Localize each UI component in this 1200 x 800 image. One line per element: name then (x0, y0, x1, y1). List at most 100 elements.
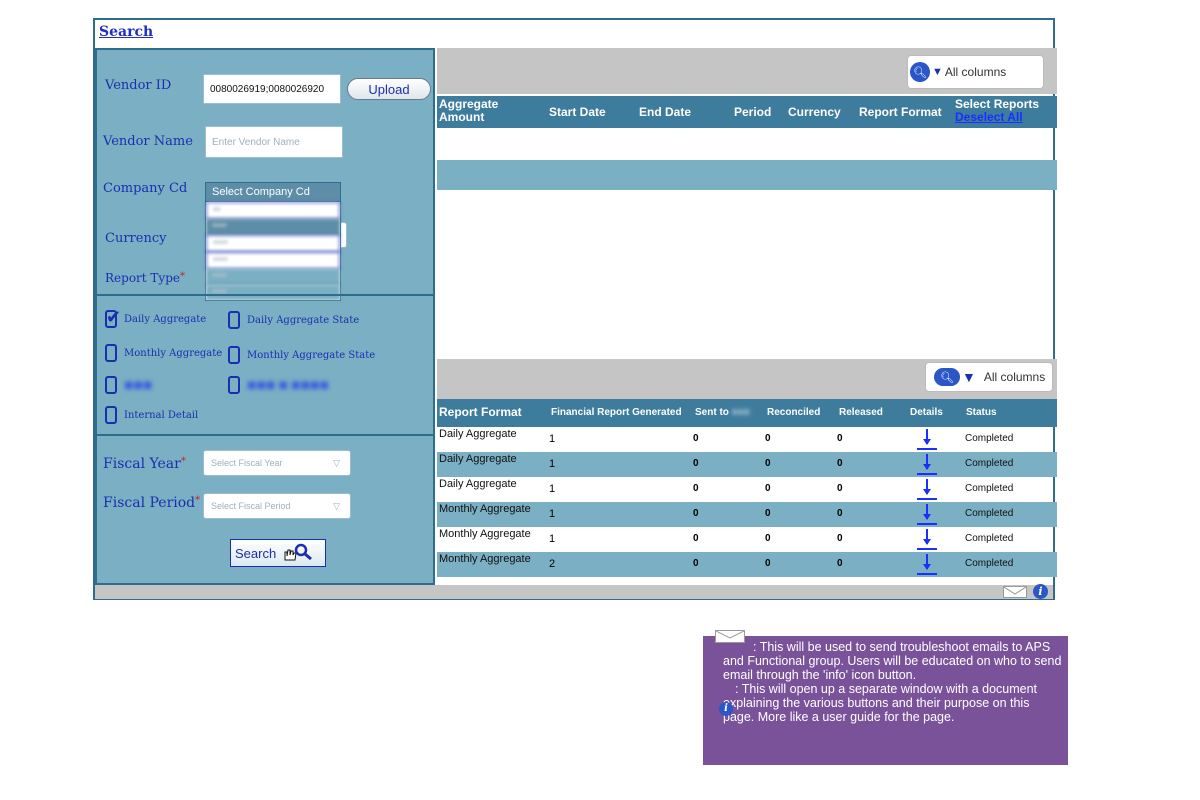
triangle-down-icon: ▼ (932, 66, 943, 78)
info-note-text: : This will open up a separate window wi… (723, 682, 1038, 724)
download-icon[interactable] (915, 452, 939, 476)
col-reconciled[interactable]: Reconciled (767, 407, 820, 418)
status-cell: Completed (965, 458, 1014, 469)
search-button[interactable]: Search (230, 539, 326, 567)
vendor-id-input[interactable]: 0080026919;0080026920 (203, 74, 341, 104)
company-cd-option[interactable]: ■■■■ (206, 252, 340, 269)
fiscal-period-select[interactable]: Select Fiscal Period ▽ (203, 493, 351, 519)
triangle-down-icon: ▼ (962, 369, 976, 385)
vendor-name-input[interactable]: Enter Vendor Name (205, 126, 343, 158)
col-start-date[interactable]: Start Date (549, 106, 606, 119)
chevron-down-icon: ▽ (333, 500, 340, 511)
checkbox-label: Monthly Aggregate State (247, 349, 376, 361)
search-icon (284, 543, 313, 561)
checkbox-checked-icon[interactable] (105, 307, 121, 328)
generated-cell: 1 (549, 458, 556, 470)
col-report-format[interactable]: Report Format (439, 405, 522, 419)
deselect-all-link[interactable]: Deselect All (955, 111, 1039, 124)
all-columns-filter[interactable]: 🔍︎ ▼ All columns (925, 362, 1053, 392)
report-format-cell: Monthly Aggregate (439, 503, 531, 515)
upload-button[interactable]: Upload (347, 78, 431, 100)
table-row[interactable]: Monthly Aggregate 1 0 0 0 Completed (437, 527, 1057, 552)
status-cell: Completed (965, 533, 1014, 544)
checkbox-icon[interactable] (228, 346, 240, 364)
report-format-cell: Daily Aggregate (439, 428, 517, 440)
released-cell: 0 (837, 433, 843, 444)
top-grid-row-empty[interactable] (437, 160, 1057, 190)
company-cd-option[interactable]: ■■■■ (206, 269, 340, 285)
col-status[interactable]: Status (966, 407, 997, 418)
table-row[interactable]: Monthly Aggregate 2 0 0 0 Completed (437, 552, 1057, 577)
company-cd-option[interactable]: ■■ (206, 202, 340, 219)
table-row[interactable]: Monthly Aggregate 1 0 0 0 Completed (437, 502, 1057, 527)
reconciled-cell: 0 (765, 558, 771, 569)
company-cd-selected[interactable]: Select Company Cd (206, 183, 340, 202)
checkbox-icon[interactable] (228, 376, 240, 394)
download-icon[interactable] (915, 527, 939, 551)
col-end-date[interactable]: End Date (639, 106, 691, 119)
checkbox-label: Daily Aggregate State (247, 314, 360, 326)
mail-icon (715, 630, 745, 643)
company-cd-dropdown[interactable]: Select Company Cd ■■ ■■■■ ■■■■ ■■■■ ■■■■… (205, 182, 341, 301)
checkbox-redacted-1[interactable]: ■■■ (105, 376, 152, 394)
search-icon: 🔍︎ (934, 368, 960, 386)
table-row[interactable]: Daily Aggregate 1 0 0 0 Completed (437, 427, 1057, 452)
checkbox-redacted-2[interactable]: ■■■ ■ ■■■■ (228, 376, 329, 394)
fiscal-year-select[interactable]: Select Fiscal Year ▽ (203, 450, 351, 476)
sent-to-label: Sent to (695, 407, 729, 418)
status-cell: Completed (965, 508, 1014, 519)
currency-label: Currency (105, 231, 167, 246)
checkbox-label: Daily Aggregate (124, 313, 207, 325)
col-details[interactable]: Details (910, 407, 943, 418)
col-period[interactable]: Period (734, 106, 771, 119)
help-note: : This will be used to send troubleshoot… (703, 630, 1068, 765)
all-columns-label: All columns (983, 370, 1046, 384)
status-cell: Completed (965, 558, 1014, 569)
company-cd-option[interactable]: ■■■■ (206, 219, 340, 235)
generated-cell: 1 (549, 433, 556, 445)
checkbox-icon[interactable] (105, 376, 117, 394)
footer-bar: i (95, 584, 1053, 599)
col-financial-report-generated[interactable]: Financial Report Generated (551, 407, 682, 418)
table-row[interactable]: Daily Aggregate 1 0 0 0 Completed (437, 452, 1057, 477)
search-link[interactable]: Search (99, 24, 153, 40)
download-icon[interactable] (915, 427, 939, 451)
download-icon[interactable] (915, 477, 939, 501)
company-cd-option[interactable]: ■■■■ (206, 235, 340, 252)
chevron-down-icon: ▽ (333, 457, 340, 468)
checkbox-label: Monthly Aggregate (124, 347, 223, 359)
table-row[interactable]: Daily Aggregate 1 0 0 0 Completed (437, 477, 1057, 502)
checkbox-monthly-aggregate-state[interactable]: Monthly Aggregate State (228, 346, 375, 364)
fiscal-period-label: Fiscal Period* (103, 495, 200, 511)
col-report-format[interactable]: Report Format (859, 106, 942, 119)
report-type-checkboxes: Daily Aggregate Daily Aggregate State Mo… (97, 294, 433, 436)
checkbox-icon[interactable] (228, 311, 240, 329)
all-columns-filter[interactable]: 🔍︎ ▼ All columns (907, 55, 1044, 89)
mail-icon[interactable] (1003, 586, 1027, 598)
col-released[interactable]: Released (839, 407, 883, 418)
bottom-grid-header: Report Format Financial Report Generated… (437, 399, 1057, 427)
checkbox-icon[interactable] (105, 344, 117, 362)
col-currency[interactable]: Currency (788, 106, 841, 119)
redacted-text: ■■■ (731, 407, 750, 418)
info-icon[interactable]: i (1033, 584, 1048, 599)
sent-cell: 0 (693, 483, 699, 494)
fiscal-period-placeholder: Select Fiscal Period (211, 501, 291, 511)
download-icon[interactable] (915, 552, 939, 576)
generated-cell: 2 (549, 558, 556, 570)
released-cell: 0 (837, 483, 843, 494)
checkbox-daily-aggregate-state[interactable]: Daily Aggregate State (228, 311, 359, 329)
reconciled-cell: 0 (765, 483, 771, 494)
required-mark: * (179, 271, 185, 282)
checkbox-icon[interactable] (105, 406, 117, 424)
released-cell: 0 (837, 533, 843, 544)
checkbox-daily-aggregate[interactable]: Daily Aggregate (105, 307, 207, 328)
checkbox-monthly-aggregate[interactable]: Monthly Aggregate (105, 344, 222, 362)
generated-cell: 1 (549, 483, 556, 495)
checkbox-label-redacted: ■■■ ■ ■■■■ (247, 379, 329, 391)
checkbox-internal-detail[interactable]: Internal Detail (105, 406, 198, 424)
col-sent-to[interactable]: Sent to ■■■ (695, 407, 750, 418)
col-aggregate-amount[interactable]: Aggregate Amount (439, 98, 519, 124)
generated-cell: 1 (549, 533, 556, 545)
download-icon[interactable] (915, 502, 939, 526)
